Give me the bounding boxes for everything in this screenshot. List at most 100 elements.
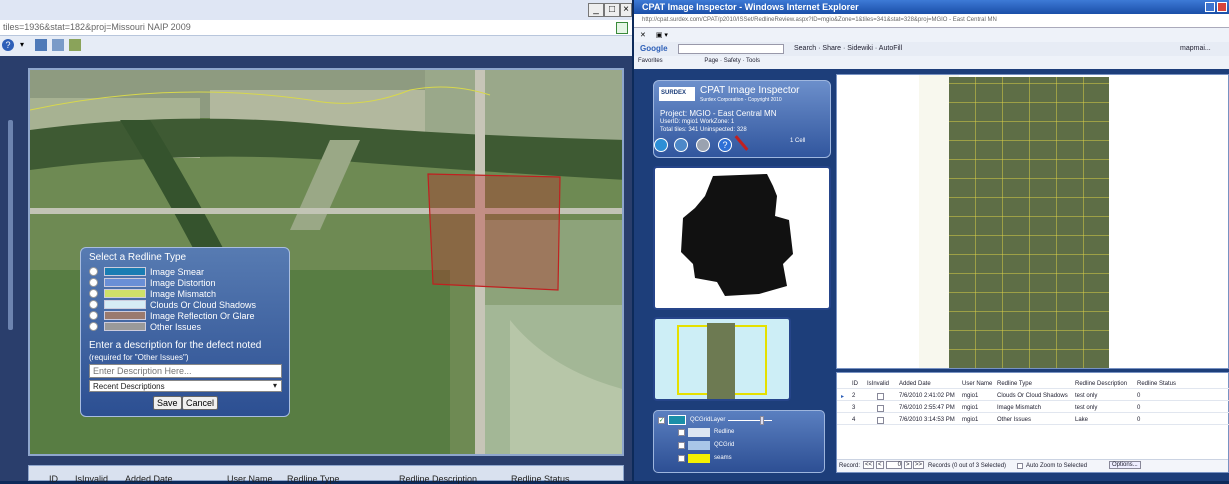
grid-header[interactable]: Redline Status xyxy=(511,474,570,484)
table-row[interactable]: 3 7/6/2010 2:55:47 PM mgio1 Image Mismat… xyxy=(837,403,1229,413)
layer-swatch xyxy=(688,441,710,450)
radio-button[interactable] xyxy=(89,267,98,276)
layer-checkbox-main[interactable]: ✓ xyxy=(658,417,665,424)
close-button[interactable]: × xyxy=(620,3,632,17)
layer-label: QCGrid xyxy=(714,442,735,448)
layer-swatch xyxy=(688,428,710,437)
redline-option-image-mismatch[interactable]: Image Mismatch xyxy=(89,288,216,299)
radio-button[interactable] xyxy=(89,289,98,298)
close-button[interactable] xyxy=(1217,2,1227,12)
redline-option-reflection[interactable]: Image Reflection Or Glare xyxy=(89,310,255,321)
help-icon[interactable]: ? xyxy=(2,39,14,51)
maximize-button[interactable]: □ xyxy=(604,3,620,17)
first-page-button[interactable]: << xyxy=(863,461,875,469)
cancel-button[interactable]: Cancel xyxy=(182,396,219,410)
grid-header[interactable]: Added Date xyxy=(899,381,931,387)
refresh-icon[interactable] xyxy=(616,22,628,34)
right-window: CPAT Image Inspector - Windows Internet … xyxy=(634,0,1229,481)
row-user: mgio1 xyxy=(962,393,979,399)
options-button[interactable]: Options... xyxy=(1109,461,1141,469)
redline-option-clouds[interactable]: Clouds Or Cloud Shadows xyxy=(89,299,256,310)
layer-swatch xyxy=(688,454,710,463)
filter-icon[interactable] xyxy=(674,138,688,152)
project-extent-shape xyxy=(681,174,793,296)
tool-icon-2[interactable] xyxy=(52,39,64,51)
help-icon[interactable]: ? xyxy=(718,138,732,152)
prev-page-button[interactable]: < xyxy=(876,461,884,469)
row-description: Lake xyxy=(1075,417,1089,423)
layer-checkbox[interactable] xyxy=(678,429,685,436)
left-address-bar[interactable]: tiles=1936&stat=182&proj=Missouri NAIP 2… xyxy=(0,20,632,36)
right-address-bar[interactable]: http://cpat.surdex.com/CPAT/p2010/ISSet/… xyxy=(634,14,1229,28)
grid-header[interactable]: Added Date xyxy=(125,474,173,484)
close-tab-icon[interactable]: ✕ xyxy=(640,32,646,39)
tool-icon-1[interactable] xyxy=(35,39,47,51)
grid-header[interactable]: IsInvalid xyxy=(75,474,108,484)
table-row[interactable]: 4 7/6/2010 3:14:53 PM mgio1 Other Issues… xyxy=(837,415,1229,425)
radio-button[interactable] xyxy=(89,278,98,287)
row-type: Other Issues xyxy=(997,417,1032,423)
redline-panel-title: Select a Redline Type xyxy=(89,252,187,263)
color-swatch xyxy=(104,322,146,331)
row-date: 7/6/2010 2:41:02 PM xyxy=(899,393,955,399)
thumbnail-view[interactable] xyxy=(653,317,791,401)
command-tools[interactable]: Page · Safety · Tools xyxy=(704,58,760,64)
redline-option-label: Image Mismatch xyxy=(150,288,217,299)
tab-icon[interactable]: ▣ ▾ xyxy=(656,32,668,39)
next-page-button[interactable]: > xyxy=(904,461,912,469)
recent-descriptions-select[interactable]: Recent Descriptions ▾ xyxy=(89,380,282,392)
redline-option-image-smear[interactable]: Image Smear xyxy=(89,266,204,277)
radio-button[interactable] xyxy=(89,322,98,331)
opacity-slider-handle[interactable] xyxy=(760,416,764,425)
strip-image xyxy=(707,323,735,399)
radio-button[interactable] xyxy=(89,300,98,309)
left-scroll-handle[interactable] xyxy=(8,120,13,330)
invalid-checkbox[interactable] xyxy=(877,405,884,412)
save-button[interactable]: Save xyxy=(153,396,182,410)
tiles-label: Total tiles: 341 Uninspected: 328 xyxy=(660,127,747,133)
auto-zoom-checkbox[interactable] xyxy=(1017,463,1023,469)
redline-option-other[interactable]: Other Issues xyxy=(89,321,201,332)
cpat-subtitle: Surdex Corporation - Copyright 2010 xyxy=(700,97,782,103)
invalid-checkbox[interactable] xyxy=(877,393,884,400)
google-toolbar: Google Search · Share · Sidewiki · AutoF… xyxy=(634,42,1229,56)
tool-icon-3[interactable] xyxy=(69,39,81,51)
grid-header[interactable]: ID xyxy=(852,381,858,387)
row-date: 7/6/2010 3:14:53 PM xyxy=(899,417,955,423)
user-label[interactable]: mapmai... xyxy=(1180,45,1211,52)
favorites-button[interactable]: Favorites xyxy=(638,58,663,64)
grid-header[interactable]: User Name xyxy=(962,381,992,387)
grid-header[interactable]: Redline Type xyxy=(287,474,339,484)
row-selector-icon[interactable]: ▸ xyxy=(841,393,844,400)
radio-button[interactable] xyxy=(89,311,98,320)
grid-header[interactable]: Redline Description xyxy=(1075,381,1127,387)
google-tools[interactable]: Search · Share · Sidewiki · AutoFill xyxy=(794,45,902,52)
main-map-view[interactable] xyxy=(836,74,1229,369)
layer-checkbox[interactable] xyxy=(678,442,685,449)
grid-header[interactable]: Redline Status xyxy=(1137,381,1176,387)
globe-icon[interactable] xyxy=(654,138,668,152)
left-redline-grid: ID IsInvalid Added Date User Name Redlin… xyxy=(28,465,624,484)
grid-header[interactable]: User Name xyxy=(227,474,273,484)
table-row[interactable]: ▸ 2 7/6/2010 2:41:02 PM mgio1 Clouds Or … xyxy=(837,391,1229,401)
minimize-button[interactable]: _ xyxy=(588,3,604,17)
dropdown-arrow-icon[interactable]: ▾ xyxy=(20,40,24,49)
left-title-bar: _ □ × xyxy=(0,0,632,22)
google-search-input[interactable] xyxy=(678,44,784,54)
grid-header[interactable]: IsInvalid xyxy=(867,381,889,387)
page-input[interactable]: 0 xyxy=(886,461,902,469)
records-count: Records (0 out of 3 Selected) xyxy=(928,463,1007,469)
redline-option-image-distortion[interactable]: Image Distortion xyxy=(89,277,216,288)
grid-header[interactable]: ID xyxy=(49,474,58,484)
tools-icon[interactable] xyxy=(696,138,710,152)
overview-map[interactable] xyxy=(653,166,831,310)
grid-header[interactable]: Redline Type xyxy=(997,381,1032,387)
description-input[interactable] xyxy=(89,364,282,378)
opacity-slider-track[interactable] xyxy=(728,420,772,421)
layer-label-main: QCGridLayer xyxy=(690,417,726,423)
last-page-button[interactable]: >> xyxy=(913,461,925,469)
invalid-checkbox[interactable] xyxy=(877,417,884,424)
maximize-button[interactable] xyxy=(1205,2,1215,12)
grid-header[interactable]: Redline Description xyxy=(399,474,477,484)
layer-checkbox[interactable] xyxy=(678,455,685,462)
